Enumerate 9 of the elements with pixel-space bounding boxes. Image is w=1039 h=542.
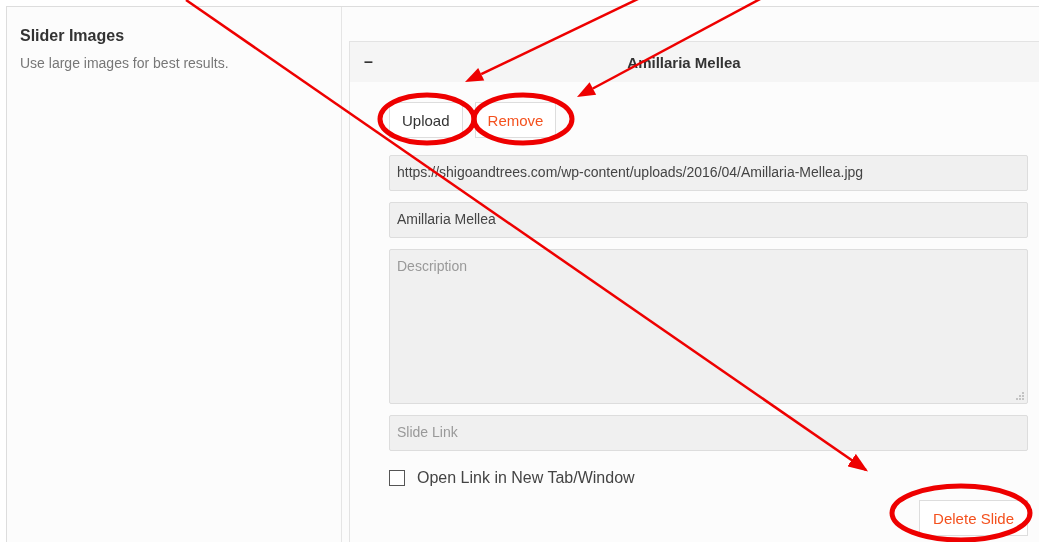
new-tab-label: Open Link in New Tab/Window bbox=[417, 469, 635, 487]
name-field[interactable]: Amillaria Mellea bbox=[389, 202, 1028, 238]
upload-button[interactable]: Upload bbox=[389, 102, 463, 138]
section-title: Slider Images bbox=[20, 27, 126, 45]
section-description: Use large images for best results. bbox=[20, 55, 230, 71]
delete-slide-button[interactable]: Delete Slide bbox=[919, 500, 1028, 536]
resize-grip-icon bbox=[1016, 392, 1024, 400]
collapse-toggle[interactable]: – bbox=[364, 53, 373, 71]
new-tab-checkbox[interactable] bbox=[389, 470, 405, 486]
